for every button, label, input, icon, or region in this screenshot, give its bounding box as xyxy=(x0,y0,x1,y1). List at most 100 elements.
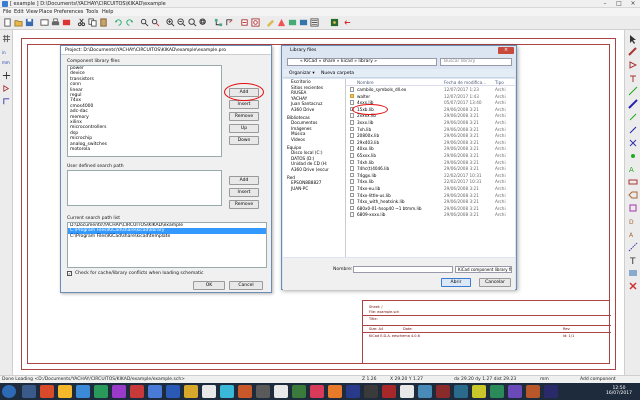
taskbar-illustrator-icon[interactable] xyxy=(328,385,342,398)
taskbar-app-icon[interactable] xyxy=(400,385,414,398)
taskbar-explorer-icon[interactable] xyxy=(22,385,36,398)
remove-library-button[interactable]: Remove xyxy=(229,112,259,121)
close-icon[interactable]: × xyxy=(498,47,514,54)
place-bus-icon[interactable] xyxy=(628,99,638,109)
cursor-shape-icon[interactable] xyxy=(2,71,11,80)
taskbar-app-icon[interactable] xyxy=(202,385,216,398)
place-component-icon[interactable] xyxy=(628,60,638,70)
erc-icon[interactable] xyxy=(277,18,286,27)
find-icon[interactable] xyxy=(140,18,149,27)
open-button[interactable]: Abrir xyxy=(441,278,471,287)
taskbar-app-icon[interactable] xyxy=(526,385,540,398)
column-date[interactable]: Fecha de modifica... xyxy=(444,80,486,85)
taskbar-app-icon[interactable] xyxy=(544,385,558,398)
graphic-text-icon[interactable]: T xyxy=(628,255,638,267)
delete-icon[interactable] xyxy=(628,281,638,291)
global-label-icon[interactable] xyxy=(628,177,638,187)
nav-item[interactable]: Vídeos xyxy=(283,137,345,143)
place-wire-icon[interactable] xyxy=(628,86,638,96)
menu-place[interactable]: Place xyxy=(39,9,52,15)
units-inch-icon[interactable]: in xyxy=(2,48,11,57)
highlight-net-icon[interactable] xyxy=(628,47,638,57)
move-up-button[interactable]: Up xyxy=(229,124,259,133)
taskbar-app-icon[interactable] xyxy=(238,385,252,398)
taskbar-app-icon[interactable] xyxy=(382,385,396,398)
add-path-button[interactable]: Add xyxy=(229,176,259,185)
file-row[interactable]: 7xh.lib 29/06/2008 3:21 Archi xyxy=(346,126,515,133)
bom-icon[interactable] xyxy=(310,18,319,27)
taskbar-app-icon[interactable] xyxy=(112,385,126,398)
cancel-open-button[interactable]: Cancelar xyxy=(479,278,511,287)
plot-icon[interactable] xyxy=(62,18,71,27)
hierarchy-navigator-icon[interactable] xyxy=(214,18,223,27)
taskbar-app-icon[interactable] xyxy=(40,385,54,398)
library-browser-icon[interactable] xyxy=(251,18,260,27)
user-path-list[interactable] xyxy=(67,170,222,206)
file-row[interactable]: 74xx-little-us.lib 29/06/2008 3:21 Archi xyxy=(346,192,515,199)
zoom-in-icon[interactable] xyxy=(166,18,175,27)
close-icon[interactable]: × xyxy=(626,0,640,8)
file-row[interactable]: 6809-xxxx.lib 29/06/2008 3:21 Archi xyxy=(346,212,515,218)
netlist-icon[interactable] xyxy=(288,18,297,27)
file-row[interactable]: 65xxx.lib 29/06/2008 3:21 Archi xyxy=(346,153,515,159)
bus-to-bus-entry-icon[interactable] xyxy=(628,125,638,135)
new-folder-button[interactable]: Nueva carpeta xyxy=(321,71,354,76)
paste-icon[interactable] xyxy=(99,18,108,27)
redo-icon[interactable] xyxy=(125,18,134,27)
taskbar-app-icon[interactable] xyxy=(184,385,198,398)
taskbar-app-icon[interactable] xyxy=(256,385,270,398)
column-name[interactable]: Nombre xyxy=(357,80,374,85)
nav-item[interactable]: JUAN-PC xyxy=(283,186,345,192)
file-row[interactable]: 74xh.lib 29/06/2008 3:21 Archi xyxy=(346,159,515,166)
nav-item[interactable]: A360 Drive (escur xyxy=(283,167,345,173)
file-row[interactable]: walter 12/07/2017 1:43 Archi xyxy=(346,93,515,100)
taskbar-app-icon[interactable] xyxy=(364,385,378,398)
insert-library-button[interactable]: Insert xyxy=(229,100,259,109)
component-files-list[interactable]: power device transistors conn linear regul 74x… xyxy=(67,65,222,157)
select-arrow-icon[interactable] xyxy=(628,34,638,44)
import-sheet-pin-icon[interactable]: D xyxy=(628,216,638,226)
hierarchical-label-icon[interactable] xyxy=(628,190,638,200)
organize-menu[interactable]: Organizar ▾ xyxy=(289,71,315,76)
file-row[interactable]: 680x0-01-hsop40 ~1 btmm.lib 29/06/2008 3:… xyxy=(346,205,515,212)
remove-path-button[interactable]: Remove xyxy=(229,200,259,209)
taskbar-app-icon[interactable] xyxy=(418,385,432,398)
find-replace-icon[interactable] xyxy=(151,18,160,27)
graphic-line-icon[interactable] xyxy=(628,242,638,252)
file-row[interactable]: 3xxx.lib 29/06/2008 3:21 Archi xyxy=(346,120,515,126)
taskbar-app-icon[interactable] xyxy=(274,385,288,398)
taskbar-clock[interactable]: 12:50 16/07/2017 xyxy=(606,386,632,396)
zoom-out-icon[interactable] xyxy=(177,18,186,27)
sheet-pin-icon[interactable]: A xyxy=(628,229,638,239)
minimize-icon[interactable]: – xyxy=(598,0,612,8)
taskbar-word-icon[interactable] xyxy=(166,385,180,398)
library-editor-icon[interactable] xyxy=(240,18,249,27)
filename-input[interactable] xyxy=(353,266,453,273)
zoom-redraw-icon[interactable] xyxy=(188,18,197,27)
menu-help[interactable]: Help xyxy=(102,9,113,15)
taskbar-folder-icon[interactable] xyxy=(58,385,72,398)
cvpcb-icon[interactable] xyxy=(299,18,308,27)
file-row[interactable]: 74ggx.lib 22/02/2017 10:31 Archi xyxy=(346,172,515,179)
wire-to-bus-entry-icon[interactable] xyxy=(628,112,638,122)
search-input[interactable]: Buscar library xyxy=(440,58,512,66)
units-mm-icon[interactable]: mm xyxy=(2,58,11,67)
menu-tools[interactable]: Tools xyxy=(86,9,98,15)
check-conflicts-checkbox[interactable]: ✓ xyxy=(67,271,72,276)
menu-edit[interactable]: Edit xyxy=(14,9,24,15)
current-path-item[interactable]: C:\Program Files\KiCad\share\kicad\templ… xyxy=(68,234,266,239)
print-icon[interactable] xyxy=(51,18,60,27)
cut-icon[interactable] xyxy=(77,18,86,27)
maximize-icon[interactable]: □ xyxy=(612,0,626,8)
annotate-icon[interactable] xyxy=(266,18,275,27)
menu-preferences[interactable]: Preferences xyxy=(54,9,83,15)
grid-toggle-icon[interactable] xyxy=(2,34,11,43)
undo-icon[interactable] xyxy=(114,18,123,27)
ok-button[interactable]: OK xyxy=(193,281,225,290)
zoom-fit-icon[interactable] xyxy=(199,18,208,27)
move-down-button[interactable]: Down xyxy=(229,136,259,145)
net-label-icon[interactable]: A xyxy=(628,164,638,174)
back-annotate-icon[interactable] xyxy=(343,18,352,27)
file-row[interactable]: 40xx.lib 29/06/2008 3:21 Archi xyxy=(346,146,515,152)
component-file-item[interactable]: motorola xyxy=(68,147,221,152)
